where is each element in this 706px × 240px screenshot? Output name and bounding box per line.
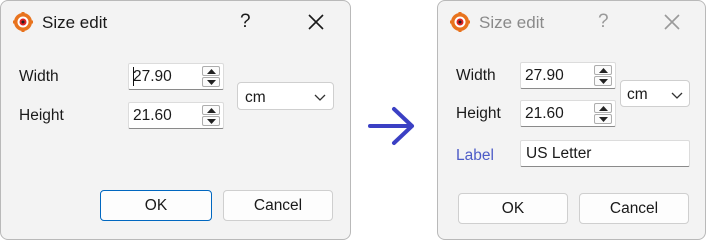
label-value[interactable]: US Letter (526, 145, 591, 163)
help-button[interactable]: ? (240, 11, 251, 33)
ok-button[interactable]: OK (458, 193, 568, 224)
unit-value: cm (245, 89, 266, 106)
label-label: Label (456, 147, 494, 164)
spin-up-icon[interactable] (594, 65, 612, 75)
height-label: Height (456, 105, 501, 122)
height-label: Height (19, 107, 64, 124)
height-value[interactable]: 21.60 (525, 105, 564, 123)
spin-down-icon[interactable] (202, 116, 220, 126)
width-label: Width (456, 67, 496, 84)
size-edit-dialog-after: Size edit ? Width 27.90 Height 21.60 cm … (437, 0, 706, 240)
width-spinbox[interactable]: 27.90 (128, 63, 224, 90)
app-gear-icon (13, 12, 33, 32)
arrow-right-icon (368, 107, 414, 145)
spin-down-icon[interactable] (202, 77, 220, 87)
width-value[interactable]: 27.90 (525, 67, 564, 85)
spin-up-icon[interactable] (202, 66, 220, 76)
spin-up-icon[interactable] (594, 103, 612, 113)
cancel-button[interactable]: Cancel (579, 193, 689, 224)
width-label: Width (19, 68, 59, 85)
height-spinbox[interactable]: 21.60 (128, 102, 224, 129)
cancel-button[interactable]: Cancel (223, 190, 333, 221)
height-value[interactable]: 21.60 (133, 107, 172, 125)
spin-down-icon[interactable] (594, 76, 612, 86)
close-icon[interactable] (661, 11, 683, 33)
width-value[interactable]: 27.90 (133, 68, 172, 86)
dialog-title: Size edit (42, 13, 108, 32)
unit-dropdown[interactable]: cm (237, 82, 334, 110)
chevron-down-icon (671, 92, 683, 99)
ok-button[interactable]: OK (100, 190, 212, 221)
size-edit-dialog-before: Size edit ? Width 27.90 Height 21.60 cm … (0, 0, 351, 240)
app-gear-icon (450, 12, 470, 32)
height-spinbox[interactable]: 21.60 (520, 100, 616, 127)
spin-up-icon[interactable] (202, 105, 220, 115)
help-button[interactable]: ? (598, 11, 609, 33)
title-bar: Size edit ? (1, 1, 350, 45)
label-input[interactable]: US Letter (520, 140, 690, 167)
width-spinbox[interactable]: 27.90 (520, 62, 616, 89)
spin-down-icon[interactable] (594, 114, 612, 124)
unit-value: cm (627, 86, 648, 103)
close-icon[interactable] (305, 11, 327, 33)
title-bar: Size edit ? (438, 1, 705, 45)
chevron-down-icon (314, 94, 326, 101)
unit-dropdown[interactable]: cm (620, 80, 690, 107)
dialog-title: Size edit (479, 13, 545, 32)
